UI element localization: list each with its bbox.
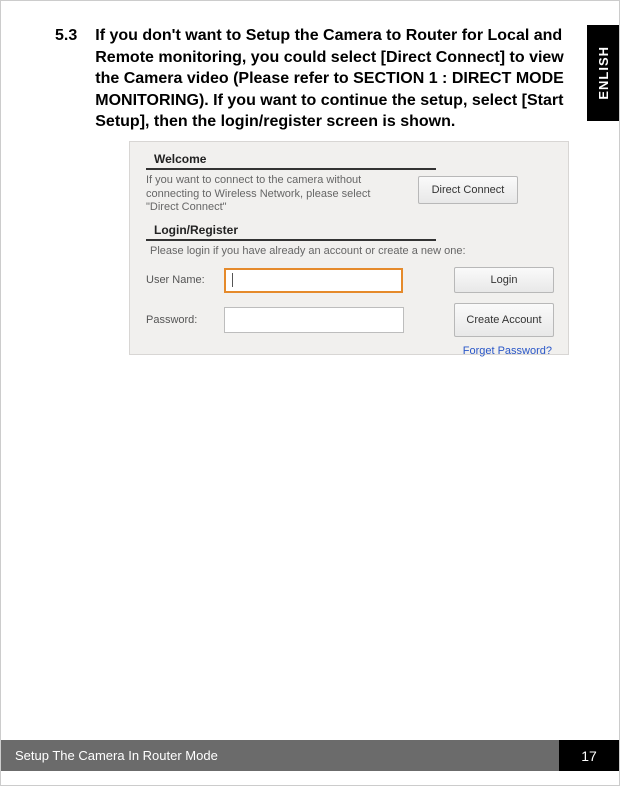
username-label: User Name:	[146, 274, 216, 286]
login-register-header: Login/Register	[146, 221, 436, 241]
section-text: If you don't want to Setup the Camera to…	[95, 25, 583, 133]
login-button[interactable]: Login	[454, 267, 554, 293]
password-row: Password: Create Account	[146, 303, 554, 337]
language-tab-label: ENLISH	[596, 46, 611, 100]
language-tab: ENLISH	[587, 25, 619, 121]
section-5-3: 5.3 If you don't want to Setup the Camer…	[55, 25, 583, 133]
password-label: Password:	[146, 314, 216, 326]
forgot-password-link[interactable]: Forget Password?	[146, 345, 552, 357]
direct-connect-button[interactable]: Direct Connect	[418, 176, 518, 204]
login-register-screenshot: Welcome If you want to connect to the ca…	[129, 141, 569, 355]
page-footer: Setup The Camera In Router Mode 17	[1, 740, 619, 771]
password-input[interactable]	[224, 307, 404, 333]
welcome-header: Welcome	[146, 150, 436, 170]
welcome-row: If you want to connect to the camera wit…	[146, 174, 554, 215]
text-cursor	[232, 273, 233, 287]
welcome-text: If you want to connect to the camera wit…	[146, 174, 406, 215]
username-input[interactable]	[224, 268, 403, 293]
footer-title: Setup The Camera In Router Mode	[1, 740, 559, 771]
username-row: User Name: Login	[146, 267, 554, 293]
content-area: 5.3 If you don't want to Setup the Camer…	[1, 1, 619, 355]
login-note: Please login if you have already an acco…	[150, 245, 554, 257]
section-number: 5.3	[55, 25, 77, 133]
create-account-button[interactable]: Create Account	[454, 303, 554, 337]
footer-page-number: 17	[559, 740, 619, 771]
page: ENLISH 5.3 If you don't want to Setup th…	[0, 0, 620, 786]
